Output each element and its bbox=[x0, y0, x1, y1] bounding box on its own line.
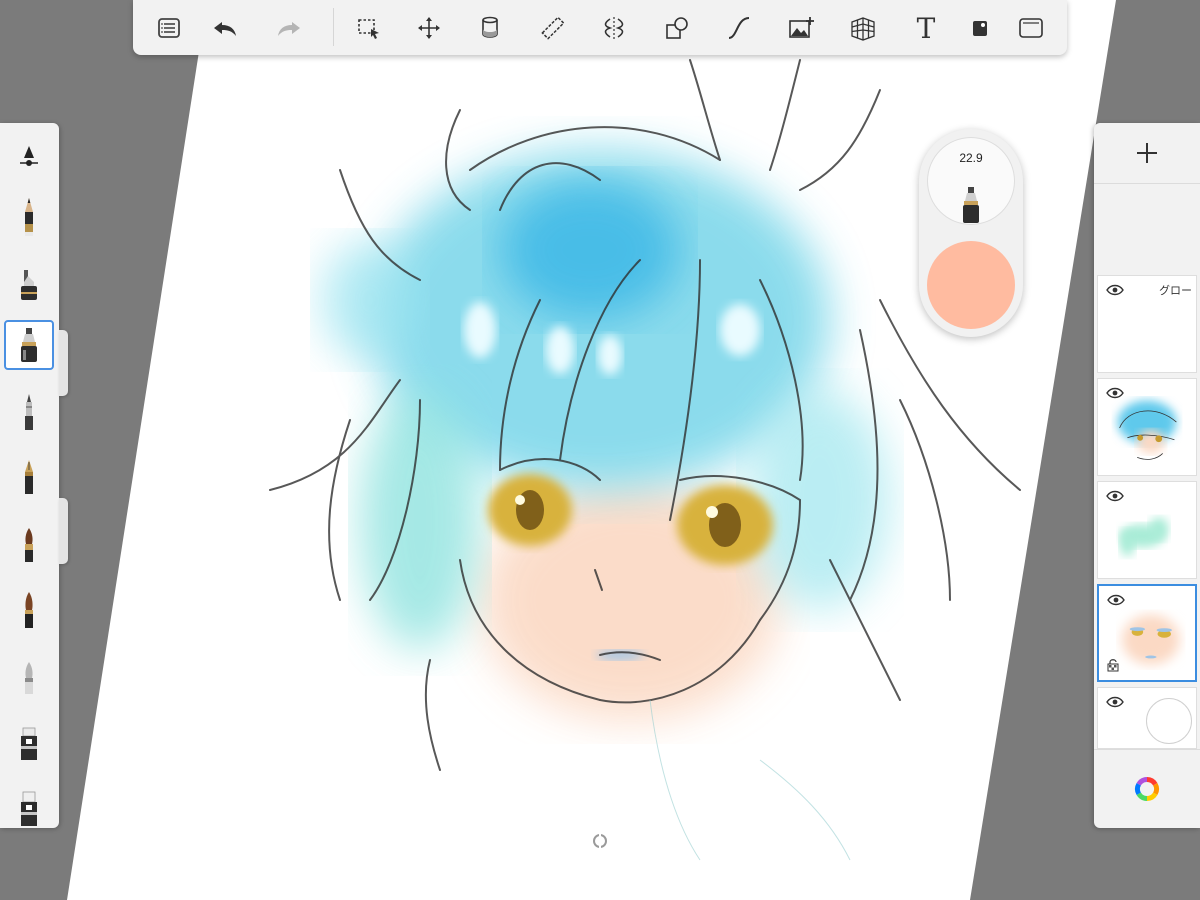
fountain-pen-brush[interactable] bbox=[4, 453, 54, 505]
color-wheel-icon bbox=[1134, 777, 1160, 801]
pencil-icon bbox=[25, 198, 33, 236]
eye-icon[interactable] bbox=[1106, 387, 1124, 399]
paint-bucket-icon bbox=[482, 16, 498, 38]
text-icon: T bbox=[916, 11, 936, 45]
brush-palette bbox=[0, 123, 59, 828]
shapes-icon bbox=[666, 17, 688, 39]
perspective-grid-icon bbox=[851, 17, 875, 41]
redo-icon bbox=[278, 22, 300, 36]
layers-panel: グロー bbox=[1094, 123, 1200, 828]
eraser-icon bbox=[21, 727, 37, 760]
redo-button[interactable] bbox=[269, 8, 309, 48]
toolbar-separator bbox=[333, 8, 334, 46]
marquee-select-icon bbox=[358, 19, 379, 39]
ink-brush[interactable] bbox=[4, 585, 54, 637]
smudge-icon bbox=[25, 662, 33, 694]
curve-icon bbox=[728, 17, 750, 39]
airbrush-icon bbox=[21, 270, 37, 300]
current-color-swatch[interactable] bbox=[927, 241, 1015, 329]
layer-1[interactable]: グロー bbox=[1097, 275, 1197, 373]
brush-size-slider-handle[interactable] bbox=[59, 330, 68, 396]
layer-background[interactable] bbox=[1097, 687, 1197, 749]
shapes-button[interactable] bbox=[657, 8, 697, 48]
lock-transparency-icon[interactable] bbox=[1107, 658, 1119, 672]
symmetry-button[interactable] bbox=[594, 8, 634, 48]
fullscreen-icon bbox=[1019, 18, 1043, 38]
move-icon bbox=[418, 17, 440, 39]
layer-4[interactable] bbox=[1097, 584, 1197, 682]
ruler-button[interactable] bbox=[533, 8, 573, 48]
symmetry-icon bbox=[604, 17, 624, 39]
top-toolbar: T bbox=[133, 0, 1067, 55]
transform-button[interactable] bbox=[409, 8, 449, 48]
fill-button[interactable] bbox=[470, 8, 510, 48]
square-dot-icon bbox=[973, 21, 987, 36]
ballpoint-pen-icon bbox=[25, 394, 33, 430]
list-icon bbox=[158, 18, 180, 38]
image-button[interactable] bbox=[781, 8, 821, 48]
marker-brush[interactable] bbox=[4, 320, 54, 370]
fountain-pen-icon bbox=[25, 460, 33, 494]
background-color-swatch[interactable] bbox=[1146, 698, 1192, 744]
eye-icon[interactable] bbox=[1106, 696, 1124, 708]
canvas-rotation-indicator bbox=[593, 832, 607, 850]
add-image-icon bbox=[789, 17, 814, 38]
perspective-button[interactable] bbox=[843, 8, 883, 48]
layer-name: グロー bbox=[1159, 285, 1192, 297]
eye-icon[interactable] bbox=[1106, 284, 1124, 296]
brush-size-readout: 22.9 bbox=[959, 151, 983, 165]
paint-brush[interactable] bbox=[4, 519, 54, 571]
tools-button[interactable] bbox=[960, 8, 1000, 48]
layer-3[interactable] bbox=[1097, 481, 1197, 579]
eye-icon[interactable] bbox=[1106, 490, 1124, 502]
sketch-artwork bbox=[269, 59, 1021, 861]
layers-list-button[interactable] bbox=[149, 8, 189, 48]
plus-icon bbox=[1137, 143, 1157, 163]
ruler-icon bbox=[541, 16, 565, 40]
fullscreen-button[interactable] bbox=[1011, 8, 1051, 48]
layer-2[interactable] bbox=[1097, 378, 1197, 476]
airbrush-brush[interactable] bbox=[4, 257, 54, 309]
undo-button[interactable] bbox=[205, 8, 245, 48]
marker-icon bbox=[21, 328, 37, 362]
paint-brush-icon bbox=[25, 528, 33, 562]
undo-icon bbox=[214, 22, 236, 36]
brush-opacity-slider-handle[interactable] bbox=[59, 498, 68, 564]
add-layer-button[interactable] bbox=[1094, 123, 1200, 184]
pencil-brush[interactable] bbox=[4, 191, 54, 243]
eye-icon[interactable] bbox=[1107, 594, 1125, 606]
eraser-hard-icon bbox=[21, 791, 37, 826]
marker-icon bbox=[963, 187, 979, 223]
ink-brush-icon bbox=[25, 592, 33, 628]
color-wheel-button[interactable] bbox=[1094, 749, 1200, 828]
eraser-brush[interactable] bbox=[4, 717, 54, 769]
brush-size-puck[interactable]: 22.9 bbox=[927, 137, 1015, 225]
hard-eraser-brush[interactable] bbox=[4, 783, 54, 835]
smudge-brush[interactable] bbox=[4, 651, 54, 703]
brush-settings-button[interactable] bbox=[4, 129, 54, 181]
ballpoint-brush[interactable] bbox=[4, 387, 54, 439]
text-button[interactable]: T bbox=[906, 8, 946, 48]
selection-button[interactable] bbox=[348, 8, 388, 48]
brush-settings-icon bbox=[20, 146, 38, 166]
brush-puck: 22.9 bbox=[919, 129, 1023, 337]
stroke-button[interactable] bbox=[719, 8, 759, 48]
canvas-area[interactable] bbox=[0, 0, 1200, 900]
